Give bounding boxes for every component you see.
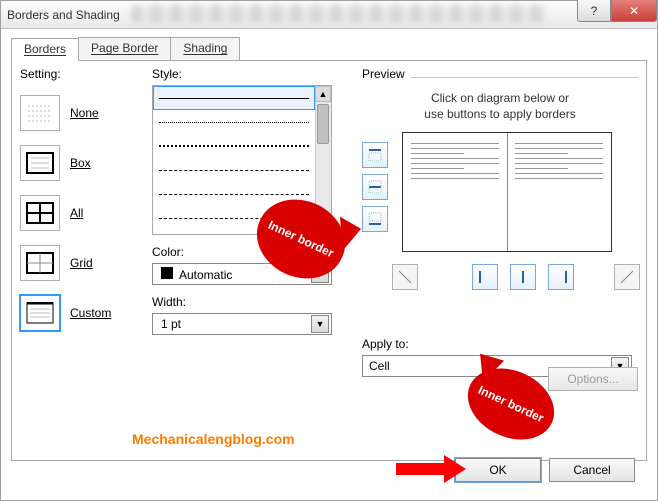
style-label: Style:: [152, 67, 352, 81]
preview-cell-left: [403, 139, 507, 245]
border-inner-v-button[interactable]: [510, 264, 536, 290]
all-label: All: [70, 206, 83, 220]
cancel-button[interactable]: Cancel: [549, 458, 635, 482]
dialog-window: Borders and Shading ? ✕ Borders Page Bor…: [0, 0, 658, 501]
color-value: Automatic: [161, 267, 232, 282]
border-diag-down-button[interactable]: [392, 264, 418, 290]
blurred-background: [131, 5, 547, 23]
custom-icon: [20, 295, 60, 331]
preview-hbuttons: [392, 264, 640, 290]
preview-cell-right: [507, 139, 611, 245]
setting-all[interactable]: All: [20, 195, 140, 231]
window-buttons: ? ✕: [577, 0, 657, 22]
preview-area: [362, 132, 638, 272]
style-solid[interactable]: [153, 86, 315, 110]
preview-column: Preview Click on diagram below or use bu…: [362, 67, 638, 272]
tab-shading[interactable]: Shading: [170, 37, 240, 60]
setting-grid[interactable]: Grid: [20, 245, 140, 281]
style-dashed[interactable]: [153, 158, 315, 182]
style-dotted[interactable]: [153, 110, 315, 134]
style-dotted-wide[interactable]: [153, 134, 315, 158]
all-icon: [20, 195, 60, 231]
apply-to-label: Apply to:: [362, 337, 638, 351]
titlebar: Borders and Shading ? ✕: [1, 1, 657, 29]
settings-label: Setting:: [20, 67, 140, 81]
border-right-button[interactable]: [548, 264, 574, 290]
width-combo[interactable]: 1 pt ▼: [152, 313, 332, 335]
box-label: Box: [70, 156, 91, 170]
tabstrip: Borders Page Border Shading: [11, 37, 647, 61]
grid-label: Grid: [70, 256, 93, 270]
scroll-thumb[interactable]: [317, 104, 329, 144]
style-column: Style: ▲ ▼ Color: Automatic ▼: [152, 67, 352, 335]
ok-button[interactable]: OK: [455, 458, 541, 482]
dialog-buttons: OK Cancel: [455, 458, 635, 482]
watermark-text: Mechanicalengblog.com: [132, 431, 295, 447]
grid-icon: [20, 245, 60, 281]
options-button: Options...: [548, 367, 638, 391]
preview-vbuttons: [362, 142, 388, 232]
preview-instructions: Click on diagram below or use buttons to…: [362, 91, 638, 122]
width-dropdown-button[interactable]: ▼: [311, 315, 329, 333]
help-button[interactable]: ?: [577, 0, 611, 22]
settings-column: Setting: None Box: [20, 67, 140, 345]
preview-divider: [411, 77, 638, 78]
preview-label: Preview: [362, 67, 405, 81]
arrow-annotation: [396, 457, 466, 481]
border-left-button[interactable]: [472, 264, 498, 290]
custom-label: Custom: [70, 306, 111, 320]
color-chip: [161, 267, 173, 279]
setting-none[interactable]: None: [20, 95, 140, 131]
apply-to-value: Cell: [369, 359, 390, 373]
width-label: Width:: [152, 295, 352, 309]
width-value: 1 pt: [161, 317, 181, 331]
none-label: None: [70, 106, 99, 120]
none-icon: [20, 95, 60, 131]
box-icon: [20, 145, 60, 181]
preview-diagram[interactable]: [402, 132, 612, 252]
close-button[interactable]: ✕: [611, 0, 657, 22]
window-title: Borders and Shading: [7, 8, 120, 22]
setting-box[interactable]: Box: [20, 145, 140, 181]
border-top-button[interactable]: [362, 142, 388, 168]
tab-page-border[interactable]: Page Border: [78, 37, 171, 60]
border-bottom-button[interactable]: [362, 206, 388, 232]
scroll-up[interactable]: ▲: [315, 86, 331, 102]
setting-custom[interactable]: Custom: [20, 295, 140, 331]
border-diag-up-button[interactable]: [614, 264, 640, 290]
border-inner-h-button[interactable]: [362, 174, 388, 200]
tab-borders[interactable]: Borders: [11, 38, 79, 61]
